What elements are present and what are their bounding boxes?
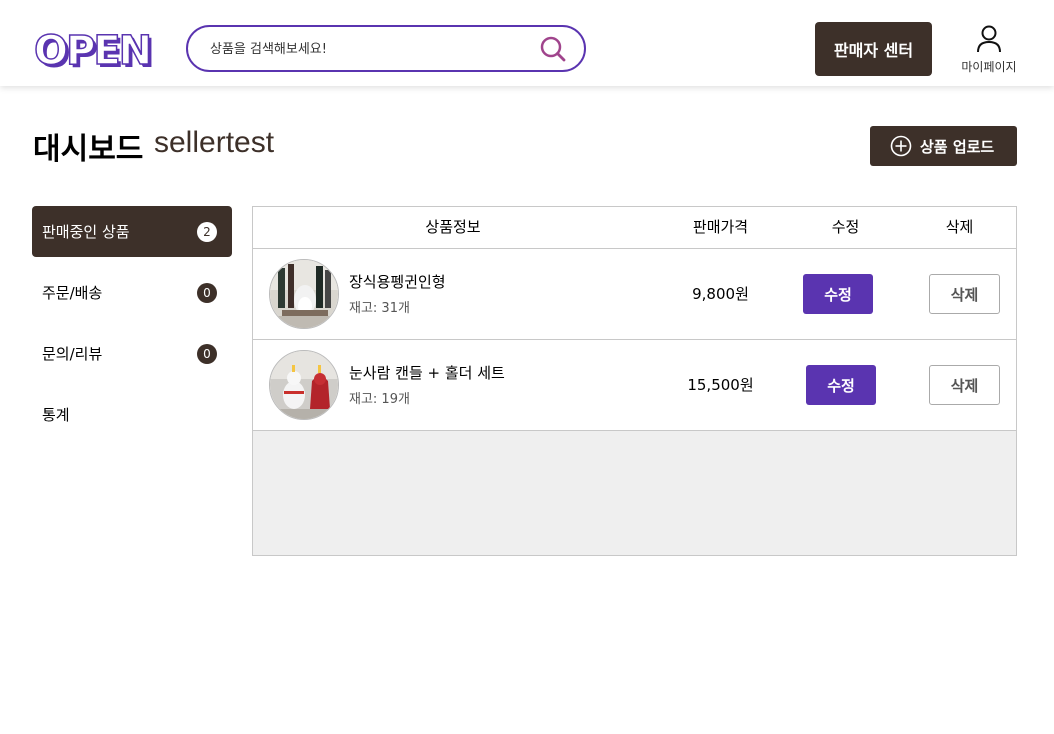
page-title: 대시보드 xyxy=(33,132,144,167)
seller-name: sellertest xyxy=(154,126,275,159)
product-stock: 재고: 19개 xyxy=(349,392,410,407)
delete-button[interactable]: 삭제 xyxy=(929,274,1000,314)
upload-label: 상품 업로드 xyxy=(920,137,995,156)
user-icon xyxy=(977,25,1001,53)
product-thumbnail[interactable] xyxy=(269,350,339,420)
search-input[interactable] xyxy=(210,37,530,61)
sidebar-item-label: 판매중인 상품 xyxy=(42,223,130,241)
search-bar xyxy=(186,25,586,72)
sidebar-item-orders[interactable]: 주문/배송 0 xyxy=(32,267,232,318)
search-icon[interactable] xyxy=(540,36,566,62)
edit-button[interactable]: 수정 xyxy=(806,365,876,405)
product-name[interactable]: 눈사람 캔들 + 홀더 세트 xyxy=(349,362,505,383)
header-edit: 수정 xyxy=(831,218,860,236)
product-table: 상품정보 판매가격 수정 삭제 장식용펭귄인형 재고: 31개 9,800원 수… xyxy=(252,206,1017,556)
table-row: 눈사람 캔들 + 홀더 세트 재고: 19개 15,500원 수정 삭제 xyxy=(253,340,1016,431)
open-logo[interactable]: OPEN OPEN xyxy=(33,27,155,77)
sidebar-item-stats[interactable]: 통계 xyxy=(32,389,232,440)
upload-product-button[interactable]: 상품 업로드 xyxy=(870,126,1017,166)
count-badge: 0 xyxy=(197,344,217,364)
seller-center-button[interactable]: 판매자 센터 xyxy=(815,22,932,76)
header: OPEN OPEN 판매자 센터 마이페이지 xyxy=(0,0,1054,86)
product-price: 15,500원 xyxy=(687,376,754,394)
edit-button[interactable]: 수정 xyxy=(803,274,873,314)
header-price: 판매가격 xyxy=(692,218,749,236)
table-header: 상품정보 판매가격 수정 삭제 xyxy=(253,207,1016,249)
svg-text:OPEN: OPEN xyxy=(34,29,150,73)
product-stock: 재고: 31개 xyxy=(349,301,410,316)
product-thumbnail[interactable] xyxy=(269,259,339,329)
mypage-button[interactable]: 마이페이지 xyxy=(956,24,1022,78)
sidebar-item-label: 주문/배송 xyxy=(42,284,103,302)
delete-button[interactable]: 삭제 xyxy=(929,365,1000,405)
sidebar-item-inquiries[interactable]: 문의/리뷰 0 xyxy=(32,328,232,379)
product-price: 9,800원 xyxy=(692,285,749,303)
sidebar: 판매중인 상품 2 주문/배송 0 문의/리뷰 0 통계 xyxy=(32,206,232,450)
count-badge: 0 xyxy=(197,283,217,303)
count-badge: 2 xyxy=(197,222,217,242)
plus-circle-icon xyxy=(890,135,912,157)
sidebar-item-selling[interactable]: 판매중인 상품 2 xyxy=(32,206,232,257)
sidebar-item-label: 통계 xyxy=(42,406,70,424)
sidebar-item-label: 문의/리뷰 xyxy=(42,345,103,363)
mypage-label: 마이페이지 xyxy=(961,60,1017,74)
product-name[interactable]: 장식용펭귄인형 xyxy=(349,271,446,292)
header-product-info: 상품정보 xyxy=(425,218,481,236)
table-row: 장식용펭귄인형 재고: 31개 9,800원 수정 삭제 xyxy=(253,249,1016,340)
header-delete: 삭제 xyxy=(945,218,974,236)
